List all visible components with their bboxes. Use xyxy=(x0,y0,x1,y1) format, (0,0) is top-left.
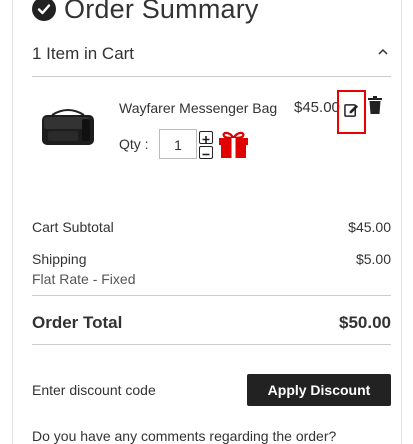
subtotal-label: Cart Subtotal xyxy=(32,219,114,235)
product-price: $45.00 xyxy=(294,99,340,116)
subtotal-row: Cart Subtotal $45.00 xyxy=(32,219,391,235)
divider xyxy=(32,295,391,296)
divider xyxy=(32,76,391,77)
product-thumbnail[interactable] xyxy=(38,101,98,151)
shipping-value: $5.00 xyxy=(355,251,391,267)
check-circle-icon xyxy=(32,0,56,21)
order-summary-header: Order Summary xyxy=(32,0,259,26)
order-total-label: Order Total xyxy=(32,313,123,332)
discount-code-input[interactable]: Enter discount code xyxy=(32,374,246,406)
quantity-increase-button[interactable] xyxy=(199,131,213,144)
quantity-input[interactable]: 1 xyxy=(159,129,197,159)
quantity-label: Qty : xyxy=(119,136,149,152)
shipping-row: Shipping $5.00 xyxy=(32,251,391,267)
quantity-decrease-button[interactable] xyxy=(199,146,213,159)
subtotal-value: $45.00 xyxy=(348,219,391,235)
trash-icon[interactable] xyxy=(368,96,382,114)
product-name[interactable]: Wayfarer Messenger Bag xyxy=(119,100,277,116)
edit-item-button[interactable] xyxy=(337,90,366,134)
minus-icon xyxy=(202,153,210,156)
chevron-up-icon xyxy=(378,48,388,55)
edit-icon xyxy=(344,104,359,117)
shipping-method: Flat Rate - Fixed xyxy=(32,271,136,287)
shipping-label: Shipping xyxy=(32,251,87,267)
gift-icon[interactable] xyxy=(218,130,249,158)
order-total-value: $50.00 xyxy=(339,313,391,332)
order-comments-prompt: Do you have any comments regarding the o… xyxy=(32,428,337,444)
apply-discount-button[interactable]: Apply Discount xyxy=(247,374,391,406)
cart-items-toggle[interactable]: 1 Item in Cart xyxy=(32,44,390,66)
order-total-row: Order Total $50.00 xyxy=(32,313,391,333)
divider xyxy=(32,344,391,345)
order-summary-title: Order Summary xyxy=(64,0,259,24)
plus-icon xyxy=(202,136,210,143)
cart-items-count: 1 Item in Cart xyxy=(32,44,135,63)
